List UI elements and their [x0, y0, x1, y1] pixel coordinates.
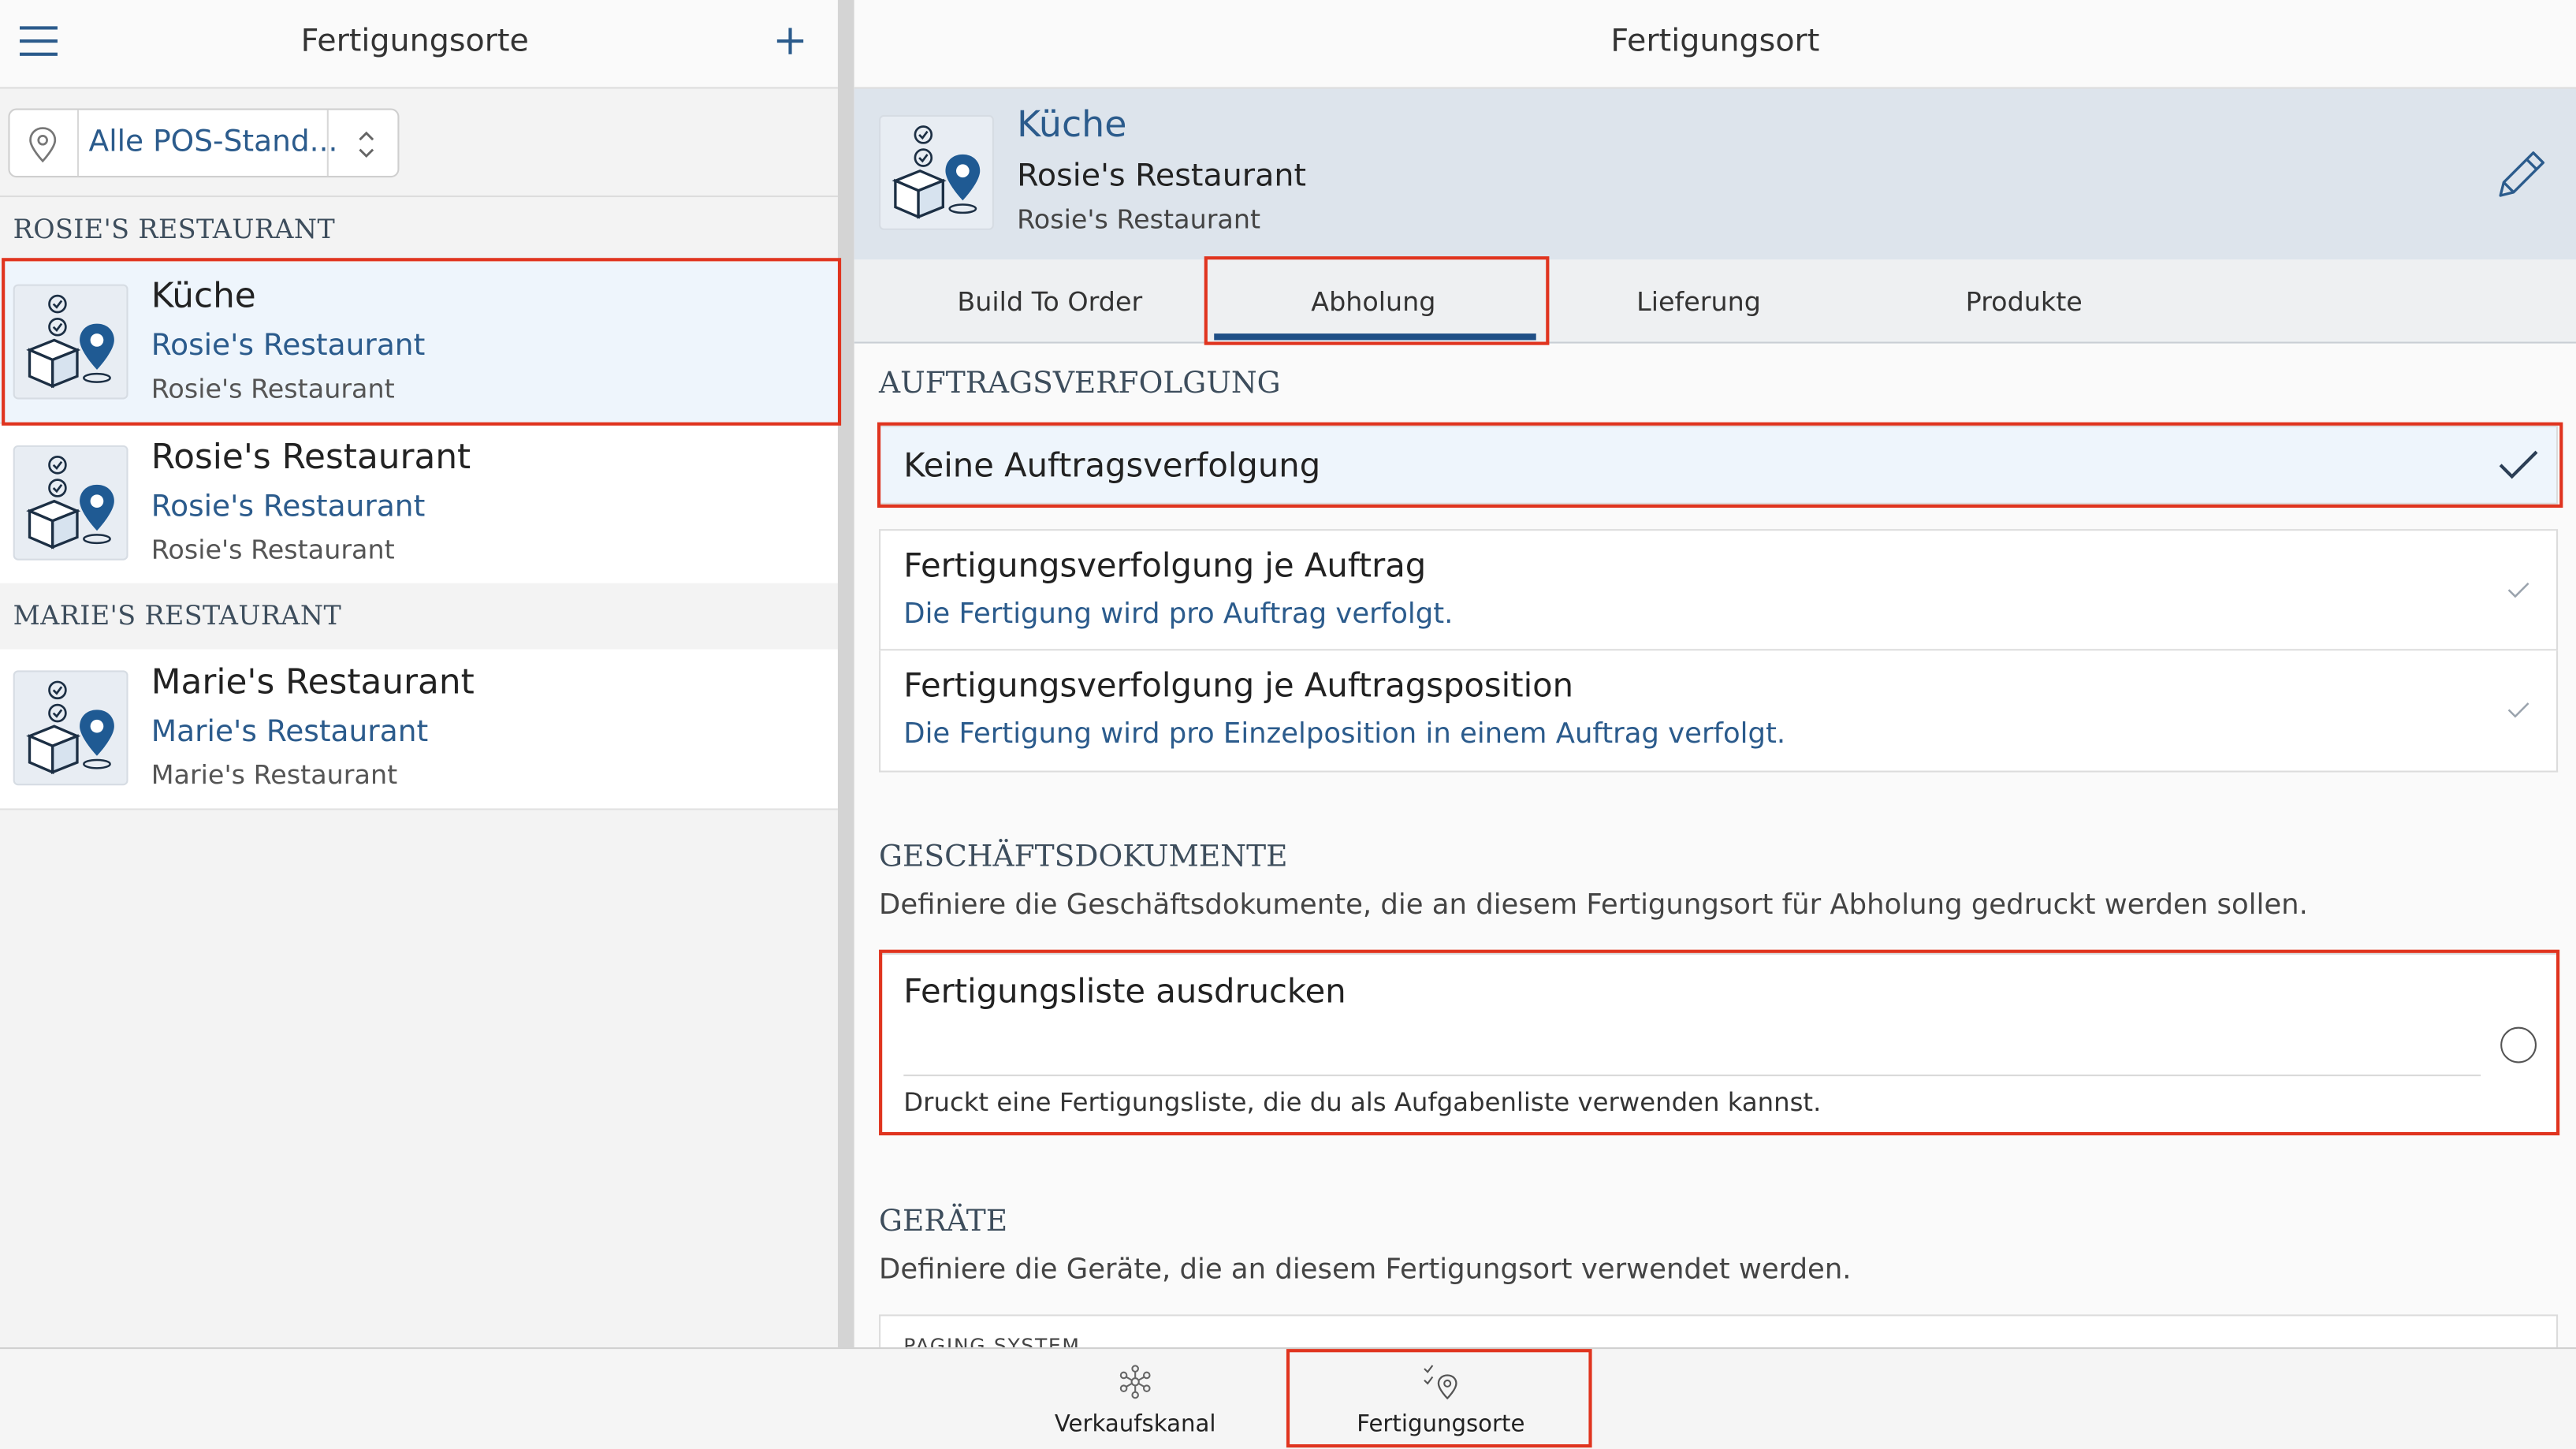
option-tracking-per-order[interactable]: Fertigungsverfolgung je Auftrag Die Fert…	[879, 529, 2559, 651]
option-description: Die Fertigung wird pro Einzelposition in…	[903, 717, 1786, 751]
plus-icon[interactable]	[774, 24, 807, 58]
section-heading-order-tracking: AUFTRAGSVERFOLGUNG	[879, 366, 1281, 401]
location-restaurant-detail: Rosie's Restaurant	[1017, 203, 1261, 236]
active-tab-indicator	[1214, 333, 1536, 341]
option-title: Fertigungsverfolgung je Auftrag	[903, 545, 1427, 585]
sidebar-title: Fertigungsorte	[300, 23, 529, 60]
production-location-icon	[879, 114, 994, 230]
option-print-production-list[interactable]: Fertigungsliste ausdrucken Druckt eine F…	[879, 952, 2559, 1134]
tab-label: Verkaufskanal	[1054, 1411, 1216, 1438]
checkmark-icon	[2499, 450, 2538, 479]
section-heading-devices: GERÄTE	[879, 1204, 1008, 1239]
tab-build-to-order[interactable]: Build To Order	[887, 263, 1212, 338]
item-subtitle: Marie's Restaurant	[151, 714, 429, 750]
section-description: Definiere die Geräte, die an diesem Fert…	[879, 1253, 1852, 1287]
location-summary-card: Küche Rosie's Restaurant Rosie's Restaur…	[854, 88, 2576, 260]
location-restaurant: Rosie's Restaurant	[1017, 158, 1307, 194]
section-heading-business-documents: GESCHÄFTSDOKUMENTE	[879, 840, 1288, 874]
option-no-order-tracking[interactable]: Keine Auftragsverfolgung	[879, 425, 2559, 505]
item-detail: Marie's Restaurant	[151, 758, 398, 791]
option-divider	[903, 1075, 2481, 1077]
item-subtitle: Rosie's Restaurant	[151, 328, 426, 363]
checklist-pin-icon	[1424, 1365, 1457, 1400]
chevron-up-down-icon[interactable]	[355, 126, 378, 162]
tab-fertigungsorte[interactable]: Fertigungsorte	[1290, 1349, 1591, 1449]
tab-lieferung[interactable]: Lieferung	[1536, 263, 1862, 338]
production-location-icon	[13, 670, 128, 786]
tab-abholung[interactable]: Abholung	[1211, 263, 1536, 338]
detail-header: Fertigungsort	[854, 0, 2576, 89]
option-description: Die Fertigung wird pro Auftrag verfolgt.	[903, 598, 1454, 631]
option-title: Fertigungsverfolgung je Auftragsposition	[903, 665, 1574, 706]
production-location-icon	[13, 284, 128, 400]
location-detail-pane: Fertigungsort Küche Rosie's Restaurant R…	[854, 0, 2576, 1414]
map-pin-icon	[29, 127, 57, 163]
list-item-kueche[interactable]: Küche Rosie's Restaurant Rosie's Restaur…	[0, 263, 838, 424]
pencil-icon[interactable]	[2492, 144, 2552, 203]
option-title: Keine Auftragsverfolgung	[903, 445, 1321, 485]
group-header: MARIE'S RESTAURANT	[0, 583, 838, 651]
checkmark-icon	[2507, 702, 2529, 718]
group-header: ROSIE'S RESTAURANT	[0, 197, 838, 265]
tab-verkaufskanal[interactable]: Verkaufskanal	[984, 1349, 1286, 1449]
section-description: Definiere die Geschäftsdokumente, die an…	[879, 888, 2308, 922]
location-filter-value: Alle POS-Stand...	[88, 125, 338, 160]
locations-sidebar: Fertigungsorte Alle POS-Stand... ROSIE'S…	[0, 0, 838, 1348]
sidebar-header: Fertigungsorte	[0, 0, 838, 89]
checkmark-icon	[2507, 583, 2529, 598]
group-label: ROSIE'S RESTAURANT	[13, 213, 336, 245]
item-title: Küche	[151, 276, 256, 316]
location-name: Küche	[1017, 105, 1127, 147]
location-filter-bar: Alle POS-Stand...	[0, 88, 838, 198]
split-view-divider[interactable]	[837, 0, 854, 1348]
item-detail: Rosie's Restaurant	[151, 373, 395, 404]
radio-button[interactable]	[2500, 1026, 2537, 1063]
item-title: Rosie's Restaurant	[151, 437, 471, 477]
production-location-icon	[13, 445, 128, 561]
group-label: MARIE'S RESTAURANT	[13, 599, 342, 631]
item-title: Marie's Restaurant	[151, 661, 475, 702]
item-detail: Rosie's Restaurant	[151, 534, 395, 565]
bottom-tab-bar: Verkaufskanal Fertigungsorte	[0, 1347, 2576, 1449]
network-nodes-icon	[1119, 1365, 1151, 1399]
location-filter-select[interactable]: Alle POS-Stand...	[8, 108, 400, 178]
list-item-rosies-restaurant[interactable]: Rosie's Restaurant Rosie's Restaurant Ro…	[0, 423, 838, 585]
item-subtitle: Rosie's Restaurant	[151, 490, 426, 524]
option-description: Druckt eine Fertigungsliste, die du als …	[903, 1087, 1822, 1118]
tab-produkte[interactable]: Produkte	[1861, 263, 2187, 338]
detail-page-title: Fertigungsort	[1610, 23, 1820, 60]
tab-label: Fertigungsorte	[1357, 1411, 1525, 1438]
filter-divider	[76, 110, 80, 177]
option-tracking-per-position[interactable]: Fertigungsverfolgung je Auftragsposition…	[879, 650, 2559, 773]
list-item-maries-restaurant[interactable]: Marie's Restaurant Marie's Restaurant Ma…	[0, 649, 838, 810]
option-title: Fertigungsliste ausdrucken	[903, 970, 1346, 1011]
filter-divider	[326, 110, 329, 177]
